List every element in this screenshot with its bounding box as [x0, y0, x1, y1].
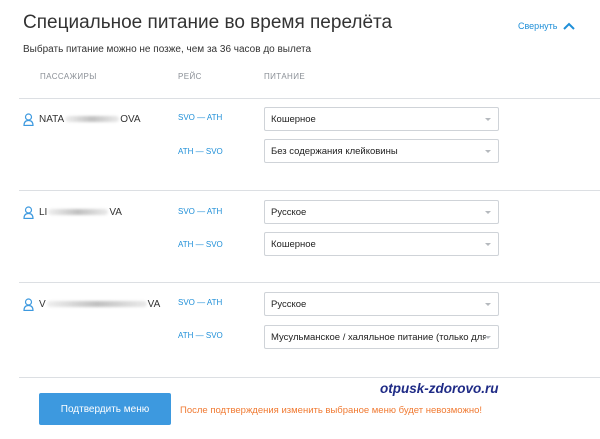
passenger-row-3: V VA [23, 298, 160, 311]
divider [19, 282, 600, 283]
collapse-toggle[interactable]: Свернуть [518, 21, 576, 31]
redaction-blur [65, 116, 120, 123]
flight-route: ATH — SVO [178, 331, 223, 340]
meal-select[interactable]: Кошерное [264, 232, 499, 256]
person-icon [23, 113, 34, 126]
dropdown-caret-icon [485, 243, 491, 246]
dropdown-caret-icon [485, 303, 491, 306]
dropdown-caret-icon [485, 150, 491, 153]
meal-select-value: Кошерное [271, 238, 316, 250]
column-header-flight: РЕЙС [178, 72, 202, 81]
meal-select[interactable]: Мусульманское / халяльное питание (тольк… [264, 325, 499, 349]
redaction-blur [48, 209, 109, 216]
chevron-up-icon [563, 22, 576, 30]
page-title: Специальное питание во время перелёта [23, 12, 393, 33]
flight-route: SVO — ATH [178, 298, 223, 307]
column-header-passengers: ПАССАЖИРЫ [40, 72, 97, 81]
meal-select-value: Мусульманское / халяльное питание (тольк… [271, 331, 486, 343]
passenger-row-1: NATA OVA [23, 113, 141, 126]
meal-select[interactable]: Русское [264, 292, 499, 316]
person-icon [23, 298, 34, 311]
confirm-menu-button[interactable]: Подтвердить меню [39, 393, 171, 425]
divider [19, 190, 600, 191]
flight-route: ATH — SVO [178, 240, 223, 249]
passenger-name: LI VA [39, 207, 122, 218]
dropdown-caret-icon [485, 336, 491, 339]
dropdown-caret-icon [485, 118, 491, 121]
meal-select-value: Русское [271, 206, 307, 218]
passenger-name: NATA OVA [39, 114, 141, 125]
person-icon [23, 206, 34, 219]
site-watermark: otpusk-zdorovo.ru [380, 381, 499, 396]
redaction-blur [46, 301, 147, 308]
flight-route: SVO — ATH [178, 113, 223, 122]
flight-route: ATH — SVO [178, 147, 223, 156]
subtitle: Выбрать питание можно не позже, чем за 3… [23, 44, 312, 55]
divider [19, 377, 600, 378]
meal-select-value: Русское [271, 298, 307, 310]
collapse-label: Свернуть [518, 21, 558, 31]
dropdown-caret-icon [485, 211, 491, 214]
flight-route: SVO — ATH [178, 207, 223, 216]
meal-select[interactable]: Русское [264, 200, 499, 224]
passenger-row-2: LI VA [23, 206, 122, 219]
warning-text: После подтверждения изменить выбраное ме… [180, 405, 483, 416]
meal-select-value: Кошерное [271, 113, 316, 125]
meal-select-value: Без содержания клейковины [271, 145, 398, 157]
meal-select[interactable]: Без содержания клейковины [264, 139, 499, 163]
column-header-meal: ПИТАНИЕ [264, 72, 306, 81]
divider [19, 98, 600, 99]
meal-select[interactable]: Кошерное [264, 107, 499, 131]
passenger-name: V VA [39, 299, 161, 310]
